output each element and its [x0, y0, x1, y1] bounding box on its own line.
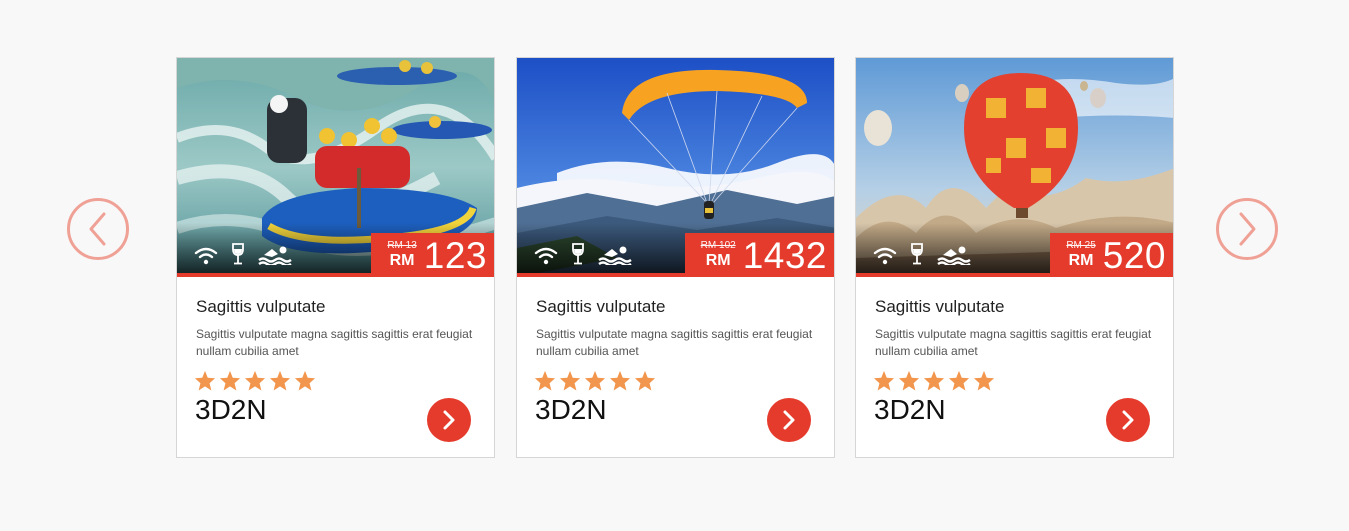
- view-tour-button[interactable]: [427, 398, 471, 442]
- price-amount: 123: [423, 234, 487, 276]
- star-icon: [873, 370, 895, 391]
- chevron-right-icon: [443, 410, 455, 430]
- old-price: RM 13: [387, 240, 417, 251]
- star-icon: [898, 370, 920, 391]
- star-icon: [194, 370, 216, 391]
- star-icon: [923, 370, 945, 391]
- star-icon: [559, 370, 581, 391]
- carousel-next-button[interactable]: [1216, 198, 1278, 260]
- chevron-right-icon: [1239, 212, 1256, 246]
- tour-image: RM 102 RM 1432: [517, 58, 834, 277]
- tour-title: Sagittis vulputate: [536, 297, 666, 316]
- price-tag: RM 13 RM 123: [371, 233, 494, 277]
- price-tag: RM 102 RM 1432: [684, 233, 834, 277]
- carousel-prev-button[interactable]: [67, 198, 129, 260]
- view-tour-button[interactable]: [1106, 398, 1150, 442]
- star-icon: [534, 370, 556, 391]
- tour-card-list: RM 13 RM 123 Sagittis vulputate Sagittis…: [176, 57, 1174, 458]
- star-icon: [609, 370, 631, 391]
- star-rating: [194, 370, 475, 391]
- tour-description: Sagittis vulputate magna sagittis sagitt…: [875, 327, 1152, 358]
- star-icon: [269, 370, 291, 391]
- star-rating: [873, 370, 1154, 391]
- star-icon: [244, 370, 266, 391]
- swimming-icon: [937, 246, 971, 265]
- view-tour-button[interactable]: [767, 398, 811, 442]
- swimming-icon: [598, 246, 632, 265]
- wifi-icon: [194, 247, 218, 265]
- tour-title: Sagittis vulputate: [875, 297, 1005, 316]
- star-rating: [534, 370, 815, 391]
- old-price: RM 102: [700, 240, 736, 251]
- wine-glass-icon: [572, 243, 584, 265]
- tour-title: Sagittis vulputate: [196, 297, 326, 316]
- chevron-right-icon: [1122, 410, 1134, 430]
- wifi-icon: [534, 247, 558, 265]
- tour-card[interactable]: RM 25 RM 520 Sagittis vulputate Sagittis…: [855, 57, 1174, 458]
- chevron-left-icon: [89, 212, 106, 246]
- swimming-icon: [258, 246, 292, 265]
- tour-description: Sagittis vulputate magna sagittis sagitt…: [536, 327, 813, 358]
- price-tag: RM 25 RM 520: [1050, 233, 1173, 277]
- tour-card[interactable]: RM 102 RM 1432 Sagittis vulputate Sagitt…: [516, 57, 835, 458]
- wine-glass-icon: [232, 243, 244, 265]
- price-amount: 1432: [742, 234, 827, 276]
- price-amount: 520: [1102, 234, 1166, 276]
- tour-image: RM 13 RM 123: [177, 58, 494, 277]
- star-icon: [294, 370, 316, 391]
- star-icon: [584, 370, 606, 391]
- star-icon: [973, 370, 995, 391]
- currency-label: RM: [389, 252, 415, 269]
- chevron-right-icon: [783, 410, 795, 430]
- wifi-icon: [873, 247, 897, 265]
- star-icon: [634, 370, 656, 391]
- wine-glass-icon: [911, 243, 923, 265]
- star-icon: [948, 370, 970, 391]
- tour-image: RM 25 RM 520: [856, 58, 1173, 277]
- currency-label: RM: [1068, 252, 1094, 269]
- tour-description: Sagittis vulputate magna sagittis sagitt…: [196, 327, 473, 358]
- old-price: RM 25: [1066, 240, 1096, 251]
- currency-label: RM: [705, 252, 731, 269]
- star-icon: [219, 370, 241, 391]
- tour-card[interactable]: RM 13 RM 123 Sagittis vulputate Sagittis…: [176, 57, 495, 458]
